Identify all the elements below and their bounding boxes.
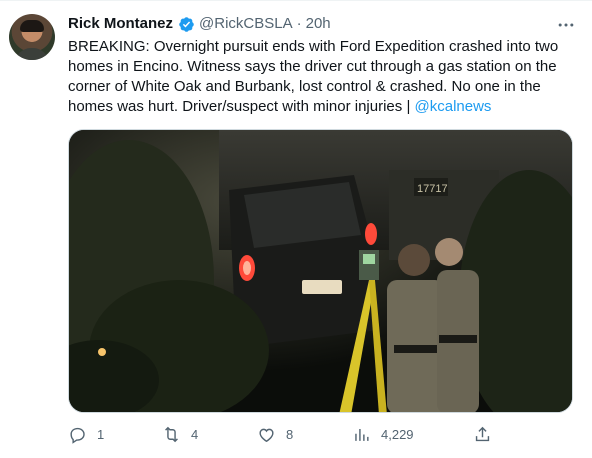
reply-button[interactable]: 1 [68, 425, 104, 444]
author-name[interactable]: Rick Montanez [68, 14, 173, 34]
heart-icon [259, 428, 274, 443]
like-count: 8 [286, 427, 294, 442]
views-count: 4,229 [381, 427, 414, 442]
views-icon [355, 428, 369, 441]
separator-dot: · [296, 15, 302, 32]
reply-icon [70, 427, 85, 444]
tweet-actions: 1 4 8 4,229 [68, 425, 498, 447]
house-number: 17717 [417, 183, 448, 195]
retweet-count: 4 [191, 427, 199, 442]
tweet-header: Rick Montanez @RickCBSLA · 20h [68, 14, 331, 34]
author-handle[interactable]: @RickCBSLA [199, 14, 293, 34]
tweet-photo[interactable]: 17717 [68, 129, 573, 413]
retweet-icon [165, 426, 178, 443]
share-button[interactable] [473, 425, 492, 444]
more-options-icon[interactable] [556, 15, 576, 35]
tweet-timestamp[interactable]: 20h [306, 14, 331, 34]
reply-count: 1 [97, 427, 105, 442]
tweet-card[interactable]: Rick Montanez @RickCBSLA · 20h BREAKING:… [0, 0, 592, 458]
verified-badge-icon [179, 16, 194, 32]
mention-link-kcalnews[interactable]: @kcalnews [415, 98, 492, 115]
crash-scene-photo: 17717 [69, 130, 572, 412]
share-icon [475, 426, 490, 442]
retweet-button[interactable]: 4 [162, 425, 198, 444]
like-button[interactable]: 8 [257, 425, 293, 444]
views-button[interactable]: 4,229 [352, 425, 414, 444]
tweet-text: BREAKING: Overnight pursuit ends with Fo… [68, 37, 574, 117]
author-avatar[interactable] [9, 14, 55, 60]
